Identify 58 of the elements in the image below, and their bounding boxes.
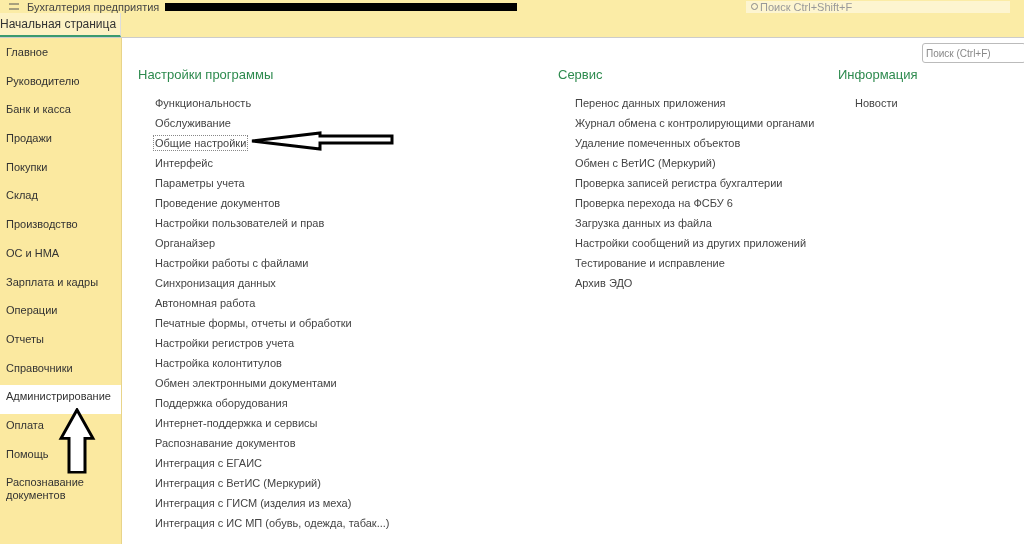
settings-link[interactable]: Тестирование и исправление	[573, 255, 727, 271]
settings-link[interactable]: Синхронизация данных	[153, 275, 278, 291]
settings-link[interactable]: Проведение документов	[153, 195, 283, 211]
sidebar-item[interactable]: Операции	[0, 299, 121, 328]
settings-link[interactable]: Настройки сообщений из других приложений	[573, 235, 809, 251]
settings-link[interactable]: Интеграция с ВетИС (Меркурий)	[153, 475, 323, 491]
settings-link[interactable]: Загрузка данных из файла	[573, 215, 714, 231]
settings-link[interactable]: Интернет-поддержка и сервисы	[153, 415, 320, 431]
section-heading: Сервис	[558, 67, 604, 84]
sidebar-item[interactable]: Помощь	[0, 442, 121, 472]
settings-link[interactable]: Функциональность	[153, 95, 254, 111]
sidebar-item[interactable]: Оплата	[0, 413, 121, 443]
app-title: Бухгалтерия предприятия	[27, 1, 160, 13]
settings-link[interactable]: Обмен с ВетИС (Меркурий)	[573, 155, 718, 171]
settings-link[interactable]: Настройки работы с файлами	[153, 255, 311, 271]
sidebar-item[interactable]: Зарплата и кадры	[0, 270, 121, 300]
settings-link[interactable]: Распознавание документов	[153, 435, 298, 451]
section-heading: Информация	[838, 67, 919, 84]
search-icon	[750, 3, 758, 11]
settings-link[interactable]: Архив ЭДО	[573, 275, 635, 291]
sidebar-item[interactable]: Покупки	[0, 155, 121, 185]
sidebar-item[interactable]: Главное	[0, 41, 121, 70]
search-field[interactable]: Поиск (Ctrl+F)	[922, 43, 1024, 63]
settings-link[interactable]: Органайзер	[153, 235, 218, 251]
settings-link[interactable]: Интеграция с ГИСМ (изделия из меха)	[153, 495, 354, 511]
settings-link[interactable]: Настройки регистров учета	[153, 335, 297, 351]
section-heading: Настройки программы	[138, 67, 275, 84]
settings-link[interactable]: Интерфейс	[153, 155, 215, 171]
sidebar-item[interactable]: Продажи	[0, 127, 121, 156]
settings-link[interactable]: Журнал обмена с контролирующими органами	[573, 115, 817, 131]
settings-link[interactable]: Поддержка оборудования	[153, 395, 290, 411]
sidebar-item[interactable]: Руководителю	[0, 69, 121, 99]
settings-link[interactable]: Настройка колонтитулов	[153, 355, 284, 371]
tab[interactable]: Начальная страница	[0, 13, 122, 37]
sidebar-item[interactable]: Администрирование	[0, 385, 121, 414]
settings-link[interactable]: Интеграция с ИС МП (обувь, одежда, табак...)	[153, 515, 392, 531]
settings-link[interactable]: Общие настройки	[153, 135, 249, 151]
sidebar-item[interactable]: Банк и касса	[0, 98, 121, 128]
sidebar-item[interactable]: Производство	[0, 213, 121, 242]
settings-link[interactable]: Обслуживание	[153, 115, 233, 131]
menu-icon[interactable]	[9, 3, 19, 10]
sidebar-item[interactable]: Склад	[0, 184, 121, 214]
settings-link[interactable]: Печатные формы, отчеты и обработки	[153, 315, 354, 331]
settings-link[interactable]: Настройки пользователей и прав	[153, 215, 327, 231]
sidebar-item[interactable]: Справочники	[0, 356, 121, 386]
up-arrow-drawing	[58, 408, 96, 474]
sidebar-item[interactable]: Распознавание документов	[0, 471, 121, 503]
sidebar-item[interactable]: Отчеты	[0, 327, 121, 357]
settings-link[interactable]: Новости	[853, 95, 900, 111]
settings-link[interactable]: Автономная работа	[153, 295, 258, 311]
sidebar-item[interactable]: ОС и НМА	[0, 241, 121, 271]
settings-link[interactable]: Проверка записей регистра бухгалтерии	[573, 175, 785, 191]
settings-link[interactable]: Проверка перехода на ФСБУ 6	[573, 195, 735, 211]
settings-link[interactable]: Обмен электронными документами	[153, 375, 339, 391]
settings-link[interactable]: Перенос данных приложения	[573, 95, 728, 111]
settings-link[interactable]: Параметры учета	[153, 175, 247, 191]
settings-link[interactable]: Удаление помеченных объектов	[573, 135, 743, 151]
settings-link[interactable]: Интеграция с ЕГАИС	[153, 455, 265, 471]
